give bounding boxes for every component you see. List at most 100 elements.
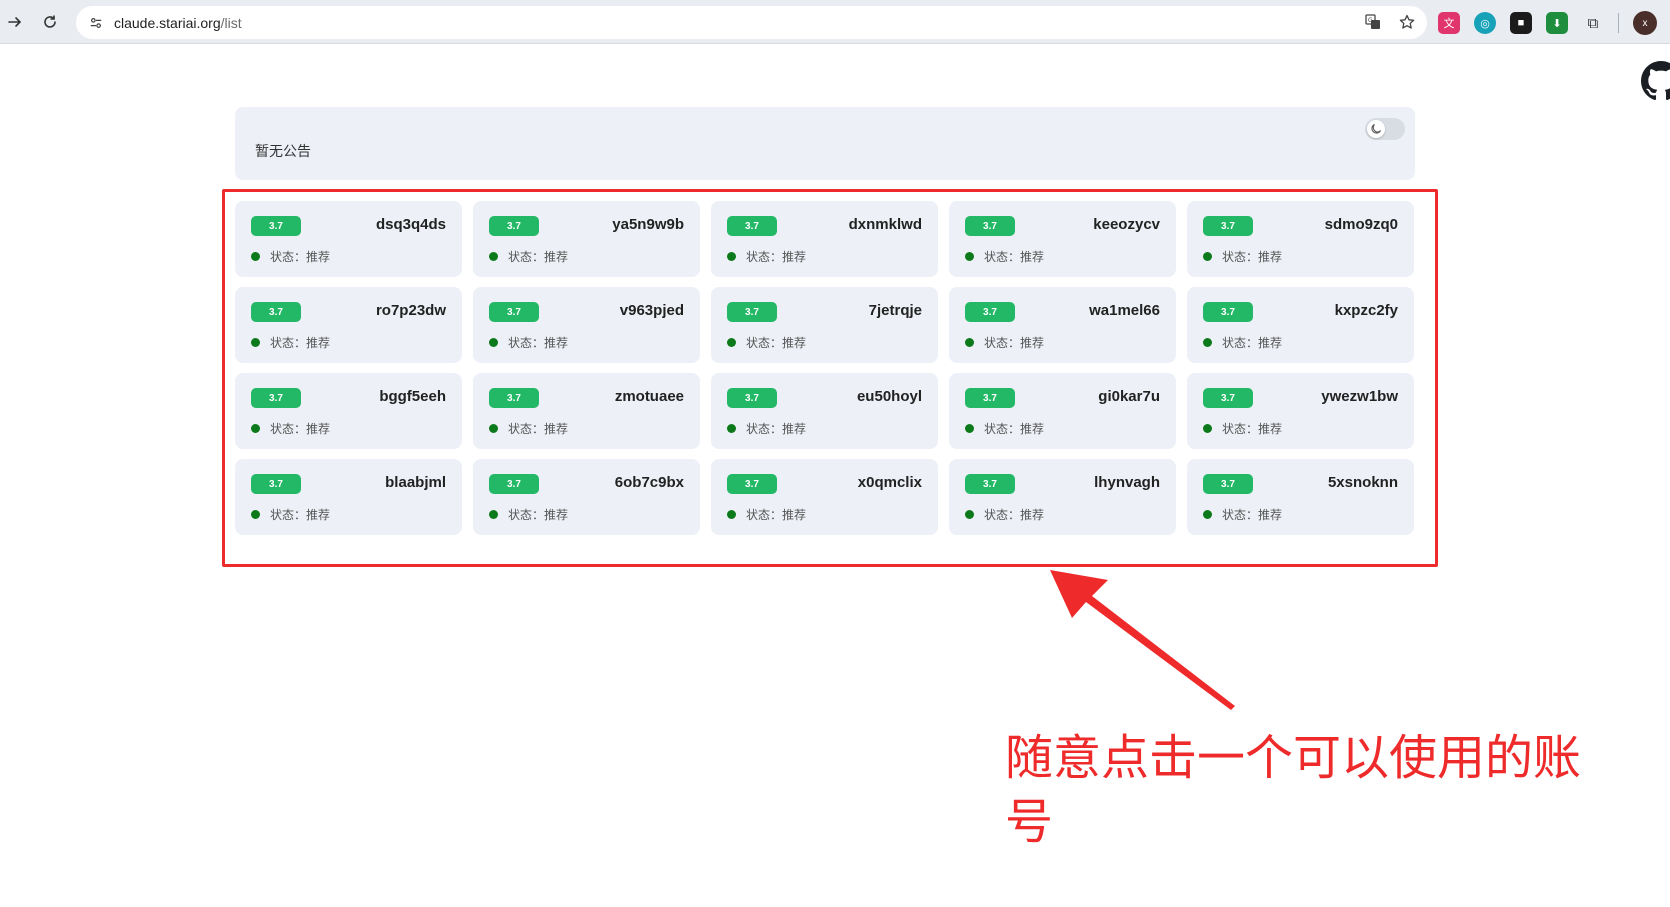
account-card[interactable]: 3.7 lhynvagh 状态： 推荐 [949, 459, 1176, 535]
status-value: 推荐 [1020, 250, 1045, 264]
extension-globe-icon[interactable]: ◎ [1474, 12, 1496, 34]
site-info-icon[interactable] [86, 13, 106, 33]
reload-icon[interactable] [39, 11, 61, 33]
account-card[interactable]: 3.7 dxnmklwd 状态： 推荐 [711, 201, 938, 277]
account-card[interactable]: 3.7 dsq3q4ds 状态： 推荐 [235, 201, 462, 277]
account-card[interactable]: 3.7 7jetrqje 状态： 推荐 [711, 287, 938, 363]
status-dot-icon [251, 424, 260, 433]
account-card[interactable]: 3.7 ya5n9w9b 状态： 推荐 [473, 201, 700, 277]
extensions-puzzle-icon[interactable]: ⧉ [1582, 12, 1604, 34]
status-label: 状态： [270, 508, 307, 522]
profile-avatar[interactable]: x [1633, 11, 1657, 35]
account-card[interactable]: 3.7 blaabjml 状态： 推荐 [235, 459, 462, 535]
account-name: dxnmklwd [848, 216, 922, 233]
status-value: 推荐 [544, 336, 569, 350]
version-badge: 3.7 [965, 302, 1015, 322]
account-card[interactable]: 3.7 ro7p23dw 状态： 推荐 [235, 287, 462, 363]
github-icon[interactable] [1641, 61, 1670, 101]
status-value: 推荐 [782, 250, 807, 264]
account-status: 状态： 推荐 [489, 248, 568, 265]
account-status: 状态： 推荐 [965, 506, 1044, 523]
status-value: 推荐 [782, 336, 807, 350]
account-card[interactable]: 3.7 sdmo9zq0 状态： 推荐 [1187, 201, 1414, 277]
star-icon[interactable] [1397, 12, 1417, 32]
annotation-text: 随意点击一个可以使用的账号 [1005, 730, 1582, 850]
account-grid: 3.7 dsq3q4ds 状态： 推荐 3.7 ya5n9w9b 状态： 推荐 3.… [235, 201, 1415, 535]
account-name: gi0kar7u [1098, 388, 1160, 405]
status-dot-icon [1203, 510, 1212, 519]
account-status: 状态： 推荐 [251, 506, 330, 523]
account-status: 状态： 推荐 [489, 420, 568, 437]
status-value: 推荐 [544, 250, 569, 264]
version-badge: 3.7 [1203, 302, 1253, 322]
moon-icon [1367, 120, 1385, 138]
status-value: 推荐 [782, 422, 807, 436]
status-label: 状态： [984, 422, 1021, 436]
status-dot-icon [727, 252, 736, 261]
account-name: 6ob7c9bx [614, 474, 684, 491]
url-text: claude.stariai.org/list [114, 14, 242, 31]
version-badge: 3.7 [251, 474, 301, 494]
status-dot-icon [727, 424, 736, 433]
status-value: 推荐 [1020, 508, 1045, 522]
notice-text: 暂无公告 [255, 143, 311, 159]
account-name: blaabjml [385, 474, 446, 491]
status-value: 推荐 [1020, 336, 1045, 350]
account-card[interactable]: 3.7 x0qmclix 状态： 推荐 [711, 459, 938, 535]
account-card[interactable]: 3.7 5xsnoknn 状态： 推荐 [1187, 459, 1414, 535]
extension-dark-icon[interactable]: ■ [1510, 12, 1532, 34]
version-badge: 3.7 [727, 216, 777, 236]
version-badge: 3.7 [251, 388, 301, 408]
status-value: 推荐 [1258, 250, 1283, 264]
account-status: 状态： 推荐 [1203, 334, 1282, 351]
forward-arrow-icon[interactable] [4, 11, 26, 33]
status-label: 状态： [746, 508, 783, 522]
account-status: 状态： 推荐 [727, 420, 806, 437]
status-label: 状态： [270, 336, 307, 350]
status-label: 状态： [508, 422, 545, 436]
translate-extension-icon[interactable]: 文 [1438, 12, 1460, 34]
status-value: 推荐 [1258, 336, 1283, 350]
status-dot-icon [489, 510, 498, 519]
account-card[interactable]: 3.7 wa1mel66 状态： 推荐 [949, 287, 1176, 363]
account-card[interactable]: 3.7 kxpzc2fy 状态： 推荐 [1187, 287, 1414, 363]
account-card[interactable]: 3.7 zmotuaee 状态： 推荐 [473, 373, 700, 449]
address-bar[interactable]: claude.stariai.org/list G [76, 6, 1427, 39]
version-badge: 3.7 [727, 474, 777, 494]
version-badge: 3.7 [1203, 388, 1253, 408]
status-value: 推荐 [1258, 422, 1283, 436]
account-status: 状态： 推荐 [1203, 506, 1282, 523]
version-badge: 3.7 [727, 388, 777, 408]
status-label: 状态： [1222, 422, 1259, 436]
account-card[interactable]: 3.7 keeozycv 状态： 推荐 [949, 201, 1176, 277]
notice-banner: 暂无公告 [235, 107, 1415, 180]
version-badge: 3.7 [489, 302, 539, 322]
status-dot-icon [1203, 252, 1212, 261]
annotation-arrow [1050, 570, 1235, 710]
account-status: 状态： 推荐 [251, 248, 330, 265]
status-label: 状态： [984, 336, 1021, 350]
account-card[interactable]: 3.7 bggf5eeh 状态： 推荐 [235, 373, 462, 449]
account-card[interactable]: 3.7 gi0kar7u 状态： 推荐 [949, 373, 1176, 449]
account-card[interactable]: 3.7 v963pjed 状态： 推荐 [473, 287, 700, 363]
account-name: 7jetrqje [868, 302, 922, 319]
status-label: 状态： [1222, 250, 1259, 264]
translate-icon[interactable]: G [1363, 12, 1383, 32]
account-status: 状态： 推荐 [727, 248, 806, 265]
status-dot-icon [965, 252, 974, 261]
account-card[interactable]: 3.7 6ob7c9bx 状态： 推荐 [473, 459, 700, 535]
account-card[interactable]: 3.7 eu50hoyl 状态： 推荐 [711, 373, 938, 449]
account-name: bggf5eeh [379, 388, 446, 405]
extension-download-icon[interactable]: ⬇ [1546, 12, 1568, 34]
account-card[interactable]: 3.7 ywezw1bw 状态： 推荐 [1187, 373, 1414, 449]
status-dot-icon [1203, 338, 1212, 347]
version-badge: 3.7 [489, 388, 539, 408]
theme-toggle[interactable] [1365, 118, 1405, 140]
account-name: ro7p23dw [375, 302, 446, 319]
status-value: 推荐 [544, 422, 569, 436]
account-name: eu50hoyl [856, 388, 922, 405]
status-dot-icon [489, 424, 498, 433]
status-label: 状态： [270, 422, 307, 436]
status-dot-icon [727, 338, 736, 347]
status-dot-icon [965, 338, 974, 347]
